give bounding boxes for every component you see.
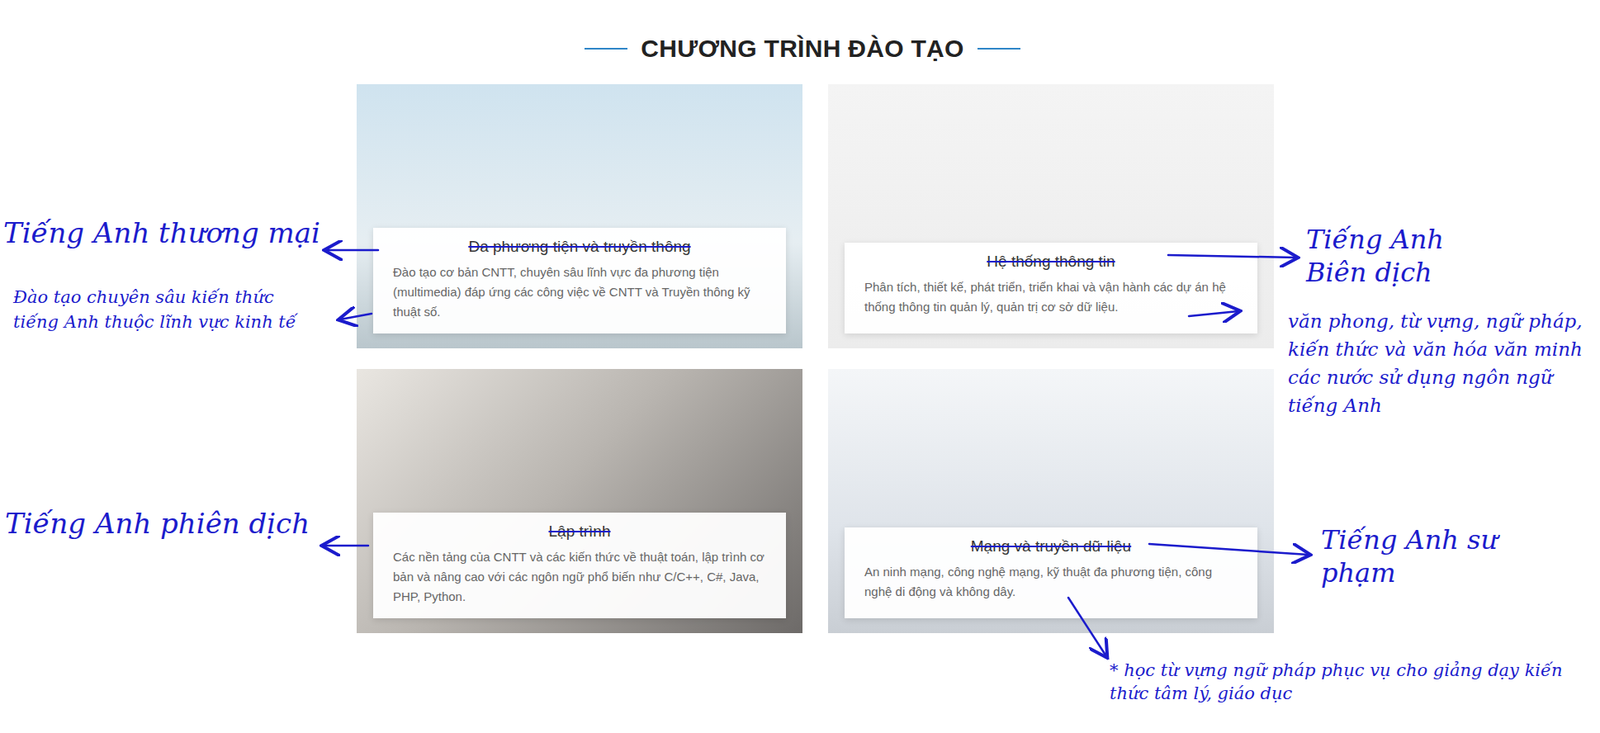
card-description: Các nền tảng của CNTT và các kiến thức v… <box>392 547 767 607</box>
card-title[interactable]: Mạng và truyền dữ liệu <box>864 537 1238 556</box>
card-title[interactable]: Đa phương tiện và truyền thông <box>392 237 767 256</box>
handwritten-note: Tiếng Anh phiên dịch <box>4 506 336 540</box>
heading-rule <box>977 47 1021 50</box>
program-card[interactable]: Đa phương tiện và truyền thông Đào tạo cơ… <box>356 84 803 349</box>
arrow-icon <box>1068 597 1107 657</box>
section-heading: CHƯƠNG TRÌNH ĐÀO TẠO <box>356 34 1249 63</box>
card-title[interactable]: Hệ thống thông tin <box>864 252 1238 271</box>
program-card[interactable]: Lập trình Các nền tảng của CNTT và các ki… <box>356 369 803 634</box>
card-caption: Hệ thống thông tin Phân tích, thiết kế, p… <box>844 242 1258 334</box>
program-card[interactable]: Mạng và truyền dữ liệu An ninh mạng, công… <box>828 369 1274 634</box>
program-grid: Đa phương tiện và truyền thông Đào tạo cơ… <box>356 84 1249 634</box>
handwritten-note: Tiếng Anh thương mại <box>3 216 334 250</box>
page: CHƯƠNG TRÌNH ĐÀO TẠO Đa phương tiện và tr… <box>0 0 1600 733</box>
card-description: Đào tạo cơ bản CNTT, chuyên sâu lĩnh vực… <box>392 262 767 322</box>
annotation-arrows <box>0 0 1600 733</box>
program-card[interactable]: Hệ thống thông tin Phân tích, thiết kế, p… <box>828 84 1274 349</box>
section-title: CHƯƠNG TRÌNH ĐÀO TẠO <box>640 34 964 63</box>
handwritten-note: Tiếng Anh sư phạm <box>1320 523 1536 590</box>
card-description: Phân tích, thiết kế, phát triển, triển k… <box>864 277 1238 318</box>
handwritten-note: Tiếng Anh Biên dịch <box>1306 222 1505 289</box>
arrow-icon <box>1168 255 1297 258</box>
card-title[interactable]: Lập trình <box>392 522 767 541</box>
arrow-icon <box>1149 544 1309 555</box>
card-caption: Đa phương tiện và truyền thông Đào tạo cơ… <box>373 227 786 334</box>
handwritten-note: * học từ vựng ngữ pháp phục vụ cho giảng… <box>1109 658 1592 706</box>
handwritten-note: văn phong, từ vựng, ngữ pháp, kiến thức … <box>1287 307 1592 420</box>
arrow-icon <box>1188 311 1239 317</box>
handwritten-note: Đào tạo chuyên sâu kiến thức tiếng Anh t… <box>13 284 319 335</box>
card-description: An ninh mạng, công nghệ mạng, kỹ thuật đ… <box>864 562 1238 602</box>
card-caption: Mạng và truyền dữ liệu An ninh mạng, công… <box>844 527 1258 619</box>
heading-rule <box>584 47 628 50</box>
training-section: CHƯƠNG TRÌNH ĐÀO TẠO Đa phương tiện và tr… <box>351 0 1249 634</box>
arrow-icon <box>326 249 379 252</box>
card-caption: Lập trình Các nền tảng của CNTT và các ki… <box>373 512 786 619</box>
arrow-icon <box>323 544 369 548</box>
arrow-icon <box>340 313 372 320</box>
